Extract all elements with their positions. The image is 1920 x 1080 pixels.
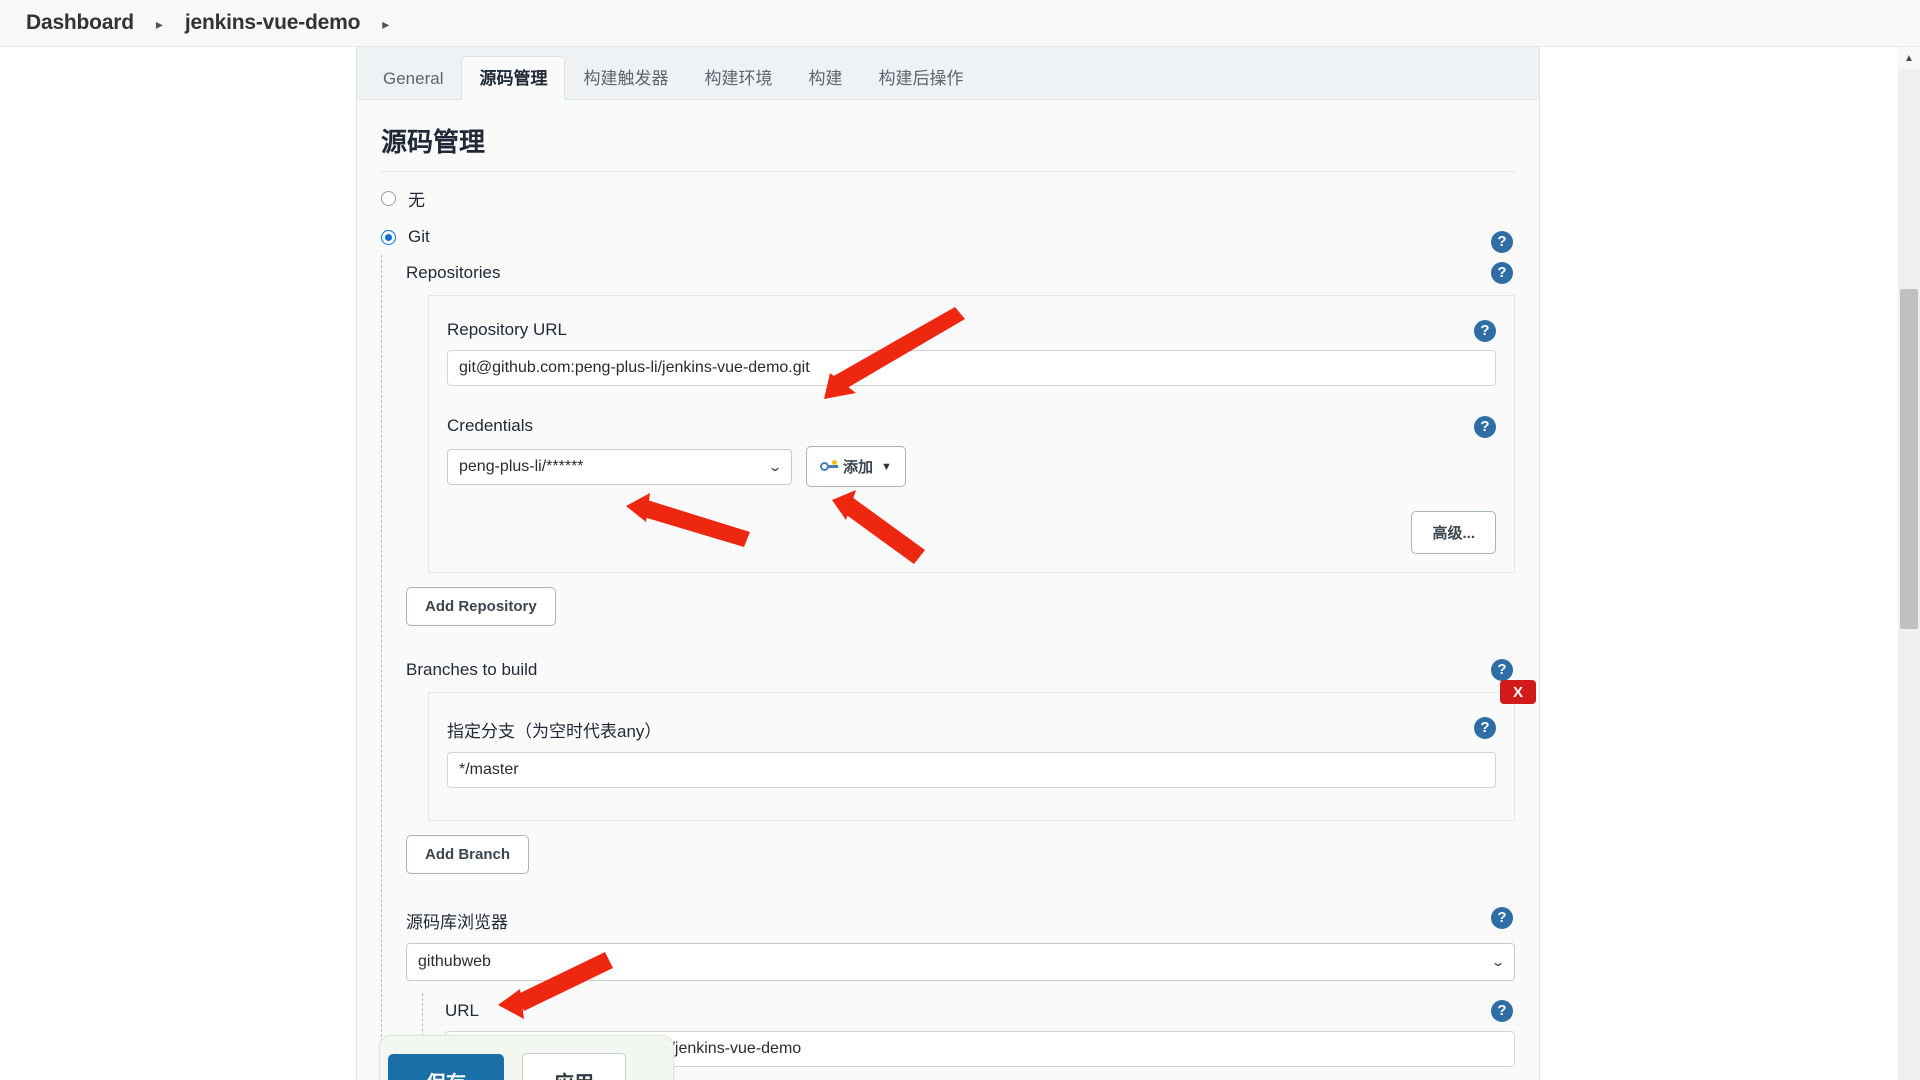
chevron-down-icon: ⌄ [767,459,783,474]
help-icon-repositories[interactable]: ? [1491,262,1513,284]
scm-option-none[interactable]: 无 [357,178,1539,219]
radio-none[interactable] [381,191,396,206]
breadcrumb-separator-icon: ▸ [155,15,163,32]
repo-browser-header: 源码库浏览器 ? [406,900,1515,937]
repo-browser-label: 源码库浏览器 [406,913,508,932]
add-credentials-button[interactable]: 添加 ▼ [806,446,906,487]
help-icon-credentials[interactable]: ? [1474,416,1496,438]
repository-card: Repository URL ? Credentials ? peng-plus… [428,295,1515,573]
branch-spec-input[interactable] [447,752,1496,788]
branch-spec-group: 指定分支（为空时代表any） ? [447,709,1496,788]
tab-scm[interactable]: 源码管理 [461,56,566,100]
breadcrumb-item-dashboard[interactable]: Dashboard [26,11,134,35]
branches-label: Branches to build [406,660,538,679]
scrollbar-thumb[interactable] [1900,289,1918,629]
breadcrumb-item-job[interactable]: jenkins-vue-demo [185,11,361,35]
repo-browser-select[interactable]: githubweb ⌄ [406,943,1515,981]
credentials-select[interactable]: peng-plus-li/****** ⌄ [447,448,792,485]
help-icon-repository-url[interactable]: ? [1474,320,1496,342]
save-button[interactable]: 保存 [388,1053,504,1080]
page-title: 源码管理 [381,127,486,157]
help-icon-branches[interactable]: ? [1491,659,1513,681]
tab-build-environment[interactable]: 构建环境 [686,56,790,100]
branch-card: X 指定分支（为空时代表any） ? [428,680,1536,821]
repositories-label: Repositories [406,263,501,282]
credentials-row: peng-plus-li/****** ⌄ 添加 ▼ [447,446,1496,487]
tab-build[interactable]: 构建 [790,56,860,100]
help-icon-branch-spec[interactable]: ? [1474,717,1496,739]
repo-browser-select-value: githubweb [418,953,491,970]
page-body: General 源码管理 构建触发器 构建环境 构建 构建后操作 源码管理 无 … [0,47,1920,1080]
caret-down-icon: ▼ [881,460,892,473]
chevron-down-icon-browser: ⌄ [1490,955,1506,969]
credentials-label: Credentials [447,416,533,435]
radio-git[interactable] [381,229,396,245]
add-repository-row: Add Repository [406,587,1515,626]
config-panel: General 源码管理 构建触发器 构建环境 构建 构建后操作 源码管理 无 … [356,47,1540,1080]
add-branch-row: Add Branch [406,835,1515,874]
repository-url-input[interactable] [447,350,1496,386]
apply-button[interactable]: 应用 [522,1052,626,1080]
radio-none-label: 无 [408,191,425,210]
tab-general[interactable]: General [365,56,461,100]
scm-option-git[interactable]: Git ? [357,219,1539,255]
sticky-save-bar: 保存 应用 [379,1035,674,1080]
advanced-row: 高级... [447,511,1496,554]
section-header: 源码管理 [357,100,1539,172]
delete-branch-button[interactable]: X [1500,680,1536,704]
tab-build-triggers[interactable]: 构建触发器 [565,56,686,100]
add-credentials-label: 添加 [843,459,874,476]
help-icon-repo-browser[interactable]: ? [1491,907,1513,929]
branch-spec-label: 指定分支（为空时代表any） [447,722,662,741]
vertical-scrollbar[interactable]: ▲ [1898,47,1920,1080]
advanced-button[interactable]: 高级... [1411,511,1496,554]
add-repository-button[interactable]: Add Repository [406,587,556,626]
branches-header: Branches to build ? [406,652,1515,684]
help-icon-git[interactable]: ? [1491,231,1513,253]
repositories-header: Repositories ? [406,255,1515,287]
git-scm-body: Repositories ? Repository URL ? Credenti… [381,255,1536,1080]
credentials-group: Credentials ? peng-plus-li/****** ⌄ 添加 ▼ [447,408,1496,487]
add-branch-button[interactable]: Add Branch [406,835,530,874]
config-tab-bar: General 源码管理 构建触发器 构建环境 构建 构建后操作 [357,47,1539,100]
credentials-select-value: peng-plus-li/****** [459,457,584,475]
repo-browser-url-label: URL [445,1001,480,1020]
title-divider [381,171,1515,172]
breadcrumb: Dashboard ▸ jenkins-vue-demo ▸ [0,0,1920,47]
repository-url-group: Repository URL ? [447,312,1496,386]
help-icon-repo-browser-url[interactable]: ? [1491,1000,1513,1022]
scroll-up-arrow-icon[interactable]: ▲ [1898,47,1920,69]
breadcrumb-dropdown-icon[interactable]: ▸ [360,16,411,33]
key-icon [820,460,838,473]
tab-post-build-actions[interactable]: 构建后操作 [860,56,981,100]
radio-git-label: Git [408,227,430,246]
repository-url-label: Repository URL [447,320,567,339]
